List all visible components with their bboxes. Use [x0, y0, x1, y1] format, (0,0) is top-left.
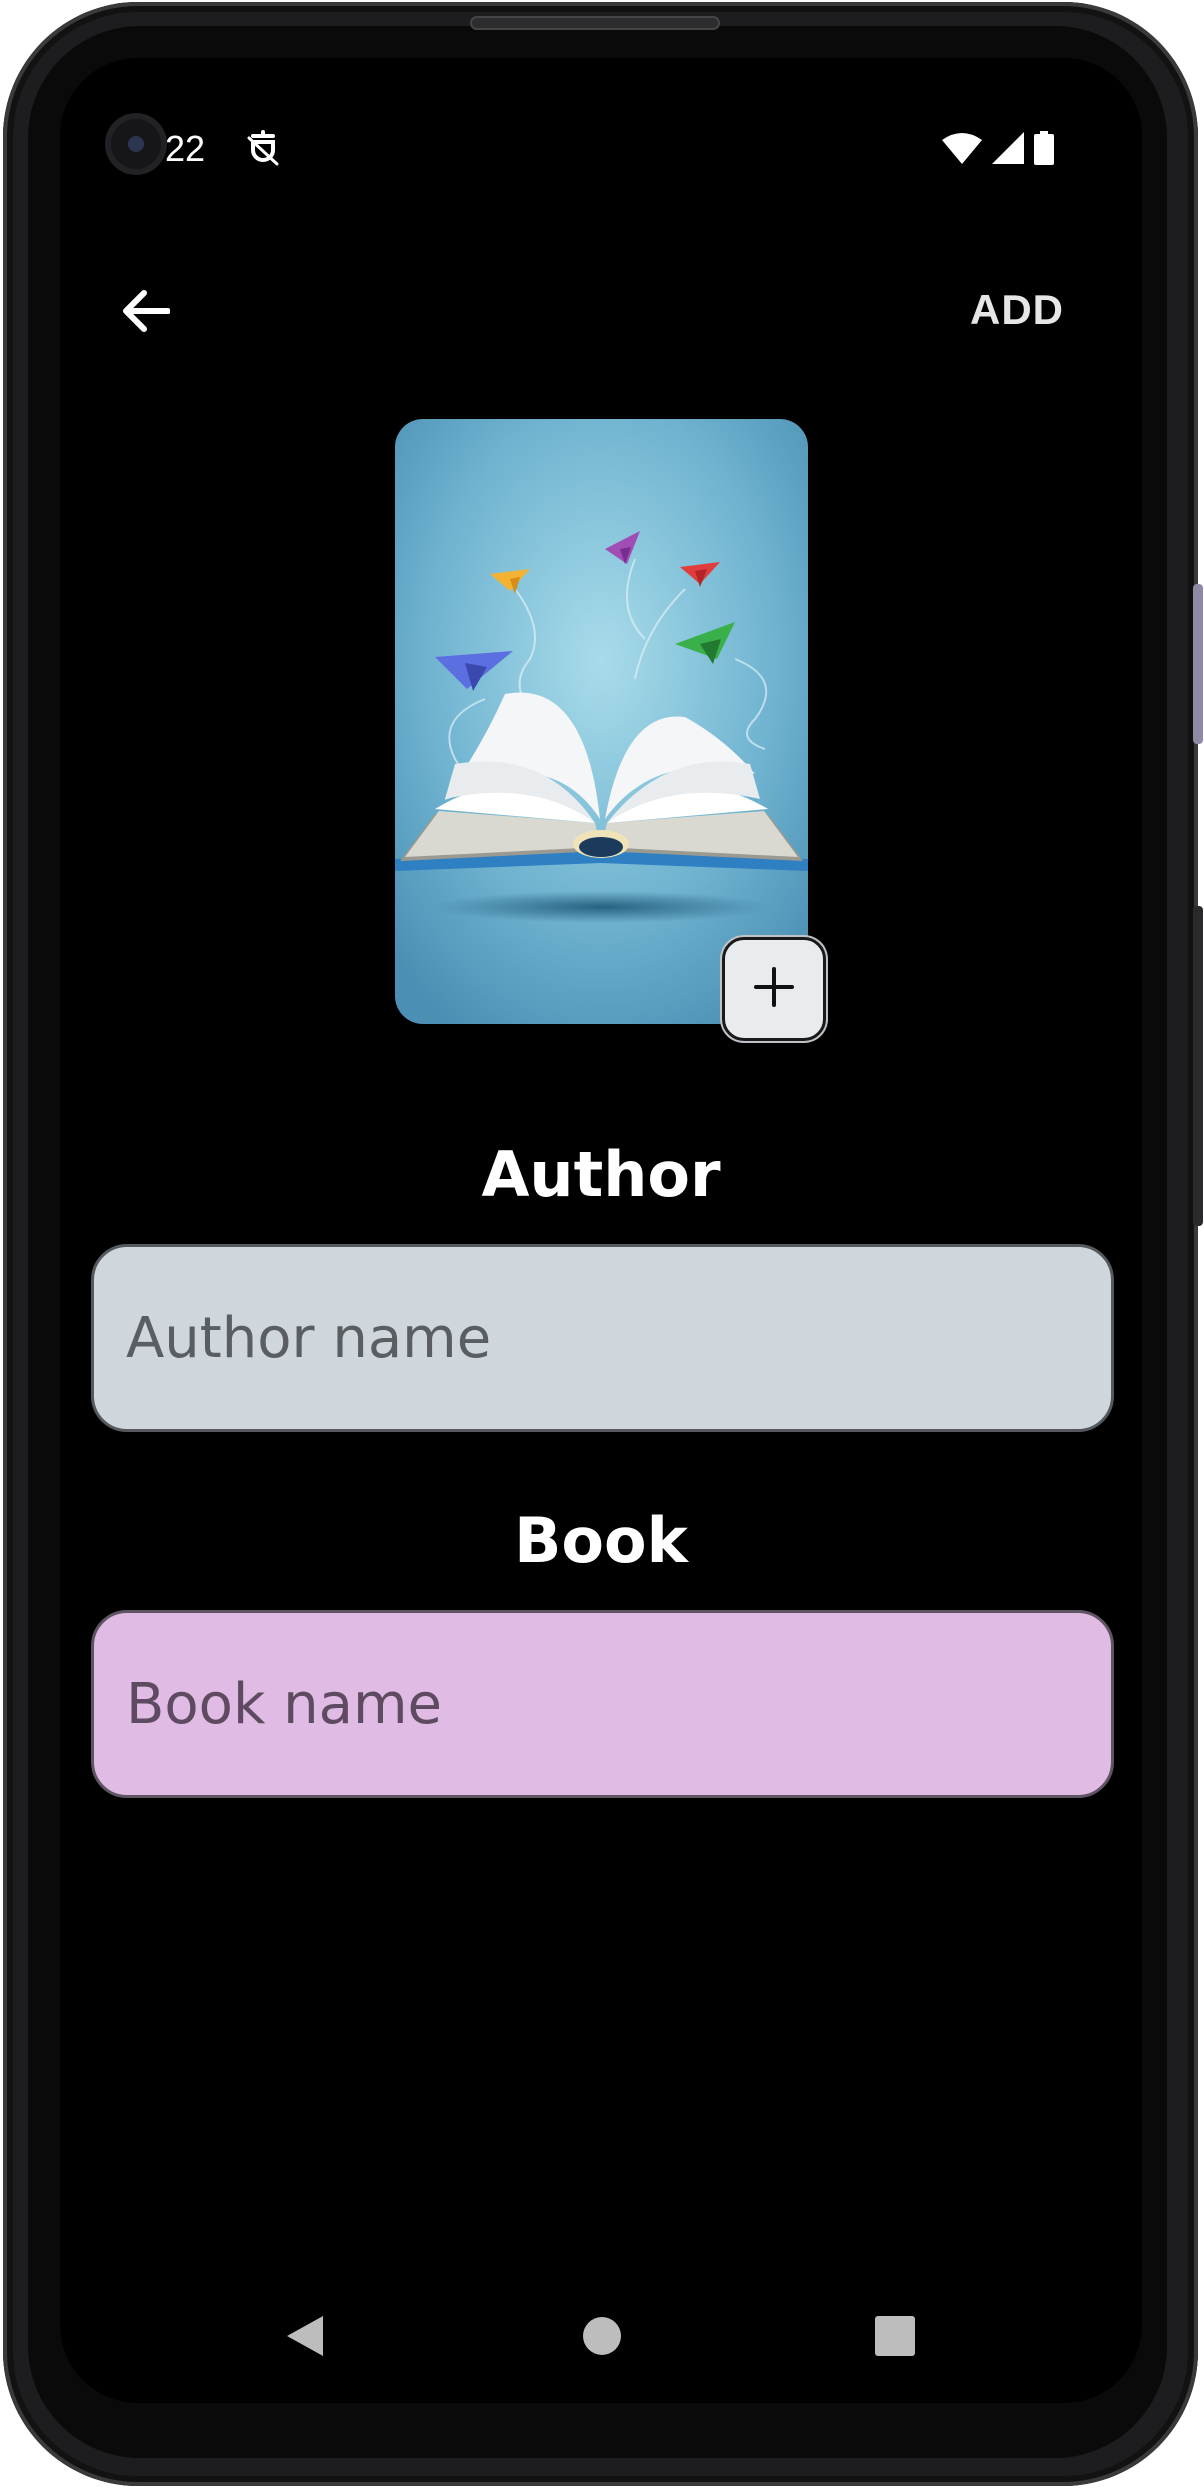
nav-home-icon: [582, 2316, 622, 2360]
status-time: 22: [165, 128, 206, 169]
nav-back-icon: [285, 2314, 325, 2362]
add-cover-button[interactable]: [722, 937, 826, 1041]
nav-recents-button[interactable]: [865, 2308, 925, 2368]
front-camera-icon: [105, 113, 167, 175]
earpiece-speaker: [470, 16, 720, 30]
signal-icon: [992, 132, 1024, 168]
plus-icon: [752, 965, 796, 1013]
back-button[interactable]: [110, 278, 180, 348]
wifi-icon: [942, 132, 982, 168]
battery-icon: [1034, 131, 1054, 169]
screen: 22 ADD Author Author name Book Book name: [60, 58, 1142, 2403]
volume-button: [1193, 584, 1203, 744]
status-icons: [942, 131, 1054, 169]
phone-device: 22 ADD Author Author name Book Book name: [0, 0, 1204, 2491]
nav-recents-icon: [875, 2316, 915, 2360]
author-label: Author: [481, 1138, 721, 1211]
add-button[interactable]: ADD: [970, 286, 1064, 342]
author-name-input[interactable]: [91, 1244, 1114, 1432]
book-name-input[interactable]: [91, 1610, 1114, 1798]
notification-icon: [245, 128, 281, 168]
nav-back-button[interactable]: [275, 2308, 335, 2368]
arrow-back-icon: [120, 289, 171, 337]
book-cover-image[interactable]: [395, 419, 808, 1024]
power-button: [1193, 906, 1203, 1226]
book-label: Book: [514, 1504, 688, 1577]
nav-home-button[interactable]: [572, 2308, 632, 2368]
